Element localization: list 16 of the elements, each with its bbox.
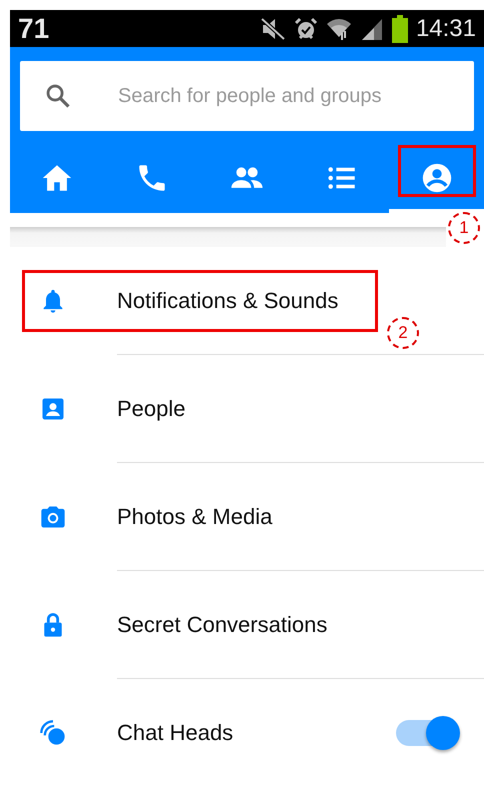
wifi-icon bbox=[326, 16, 352, 40]
settings-item[interactable]: Secret Conversations bbox=[117, 608, 484, 641]
settings-item[interactable]: People bbox=[117, 392, 484, 425]
settings-item[interactable]: Notifications & Sounds bbox=[117, 284, 484, 317]
step-number: 1 bbox=[448, 212, 480, 244]
battery-icon bbox=[392, 14, 408, 42]
chat-heads-icon bbox=[38, 718, 66, 746]
alarm-icon bbox=[294, 16, 318, 40]
settings-item[interactable]: Chat Heads bbox=[117, 716, 396, 749]
settings-item[interactable]: Photos & Media bbox=[117, 500, 484, 533]
clock-text: 14:31 bbox=[416, 14, 476, 44]
search-field[interactable]: Search for people and groups bbox=[20, 61, 474, 131]
status-number: 71 bbox=[18, 14, 50, 42]
signal-icon bbox=[360, 16, 384, 40]
mute-icon bbox=[260, 16, 286, 40]
step-number: 2 bbox=[387, 317, 419, 349]
